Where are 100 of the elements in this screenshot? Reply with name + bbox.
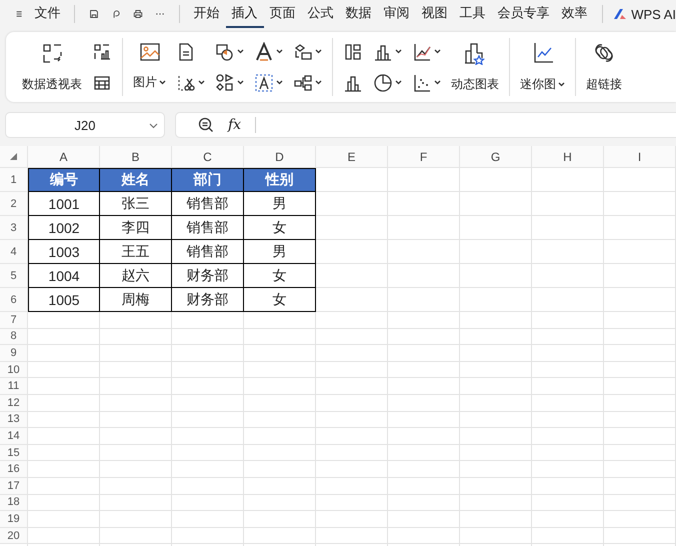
- table-cell: 男: [244, 192, 316, 216]
- file-menu[interactable]: 文件: [28, 0, 66, 28]
- menu-tab[interactable]: 公式: [302, 0, 340, 28]
- ai-logo-icon[interactable]: [612, 7, 628, 21]
- caret-icon[interactable]: [159, 80, 166, 85]
- select-all-icon[interactable]: [10, 153, 17, 160]
- caret-icon[interactable]: [237, 80, 244, 85]
- menu-tab[interactable]: 页面: [264, 0, 302, 28]
- table-cell: 1004: [28, 264, 100, 288]
- table-cell: 王五: [100, 240, 172, 264]
- caret-icon[interactable]: [315, 49, 322, 54]
- menu-tab[interactable]: 开始: [188, 0, 226, 28]
- row-header[interactable]: 2: [0, 192, 28, 216]
- row-header[interactable]: 1: [0, 168, 28, 192]
- ribbon-button[interactable]: 迷你图: [520, 36, 565, 98]
- table-cell: 部门: [172, 168, 244, 192]
- menu-icon[interactable]: [16, 9, 22, 19]
- row-header[interactable]: 7: [0, 312, 28, 329]
- ribbon-button[interactable]: 动态图表: [451, 36, 499, 98]
- ribbon-button[interactable]: 数据透视表: [22, 36, 82, 98]
- table-cell: 销售部: [172, 216, 244, 240]
- table-cell: 张三: [100, 192, 172, 216]
- column-header[interactable]: G: [460, 146, 532, 168]
- row-header[interactable]: 14: [0, 428, 28, 445]
- line-chart-icon[interactable]: [412, 42, 432, 62]
- ribbon-button[interactable]: 图片: [133, 74, 166, 91]
- smart-art-icon[interactable]: [293, 42, 313, 62]
- caret-icon[interactable]: [315, 80, 322, 85]
- caret-icon[interactable]: [434, 80, 441, 85]
- row-header[interactable]: 5: [0, 264, 28, 288]
- row-header[interactable]: 17: [0, 478, 28, 495]
- table-cell: 销售部: [172, 240, 244, 264]
- column-header[interactable]: C: [172, 146, 244, 168]
- text-art-icon[interactable]: [254, 42, 274, 62]
- scatter-chart-icon[interactable]: [412, 72, 432, 92]
- ribbon-button[interactable]: 超链接: [586, 36, 622, 98]
- caret-icon[interactable]: [198, 80, 205, 85]
- table-cell: 1003: [28, 240, 100, 264]
- row-header[interactable]: 13: [0, 412, 28, 428]
- dropdown-icon[interactable]: [149, 123, 158, 129]
- table-cell: 财务部: [172, 288, 244, 312]
- row-header[interactable]: 18: [0, 494, 28, 512]
- pie-chart-icon[interactable]: [373, 72, 393, 92]
- table-cell: 性别: [244, 168, 316, 192]
- ai-button[interactable]: WPS AI: [612, 6, 676, 22]
- table-cell: 赵六: [100, 264, 172, 288]
- column-header[interactable]: F: [388, 146, 460, 168]
- row-header[interactable]: 11: [0, 378, 28, 395]
- dynamic-chart-icon[interactable]: [463, 41, 487, 66]
- name-box[interactable]: J20: [5, 112, 165, 138]
- row-header[interactable]: 8: [0, 328, 28, 346]
- menu-tab[interactable]: 工具: [454, 0, 492, 28]
- table-cell: 财务部: [172, 264, 244, 288]
- menu-tab[interactable]: 会员专享: [492, 0, 556, 28]
- column-header[interactable]: A: [28, 146, 100, 168]
- function-button[interactable]: fx: [228, 117, 242, 133]
- table-cell: 姓名: [100, 168, 172, 192]
- column-header[interactable]: D: [244, 146, 316, 168]
- caret-icon[interactable]: [237, 49, 244, 54]
- row-header[interactable]: 19: [0, 511, 28, 528]
- column-header[interactable]: H: [532, 146, 604, 168]
- table-cell: 周梅: [100, 288, 172, 312]
- column-header[interactable]: I: [604, 146, 676, 168]
- menu-tab[interactable]: 视图: [416, 0, 454, 28]
- zoom-out-icon[interactable]: [198, 117, 214, 133]
- caret-icon[interactable]: [434, 49, 441, 54]
- table-cell: 女: [244, 288, 316, 312]
- column-header[interactable]: E: [316, 146, 388, 168]
- table-cell: 1001: [28, 192, 100, 216]
- table-cell: 销售部: [172, 192, 244, 216]
- caret-icon[interactable]: [276, 80, 283, 85]
- table-cell: 编号: [28, 168, 100, 192]
- layout-chart-icon[interactable]: [343, 42, 363, 62]
- shape-icon[interactable]: [215, 42, 235, 62]
- row-header[interactable]: 15: [0, 444, 28, 462]
- table-cell: 1005: [28, 288, 100, 312]
- row-header[interactable]: 12: [0, 394, 28, 412]
- row-header[interactable]: 20: [0, 528, 28, 544]
- shapes-icon[interactable]: [215, 72, 235, 92]
- pivot-chart-icon[interactable]: [92, 42, 112, 62]
- row-header[interactable]: 4: [0, 240, 28, 264]
- row-header[interactable]: 6: [0, 288, 28, 312]
- menu-tab[interactable]: 审阅: [378, 0, 416, 28]
- menu-tab[interactable]: 效率: [556, 0, 594, 28]
- row-header[interactable]: 3: [0, 216, 28, 240]
- table-cell: 男: [244, 240, 316, 264]
- row-header[interactable]: 10: [0, 362, 28, 378]
- caret-icon[interactable]: [395, 80, 402, 85]
- row-header[interactable]: 16: [0, 461, 28, 478]
- text-box-icon[interactable]: [254, 72, 274, 92]
- caret-icon[interactable]: [395, 49, 402, 54]
- row-header[interactable]: 9: [0, 345, 28, 362]
- flowchart-icon[interactable]: [293, 72, 313, 92]
- caret-icon[interactable]: [558, 82, 565, 87]
- table-cell: 1002: [28, 216, 100, 240]
- caret-icon[interactable]: [276, 49, 283, 54]
- menu-tab[interactable]: 插入: [226, 0, 264, 28]
- picture-icon[interactable]: [138, 40, 160, 62]
- menu-tab[interactable]: 数据: [340, 0, 378, 28]
- column-header[interactable]: B: [100, 146, 172, 168]
